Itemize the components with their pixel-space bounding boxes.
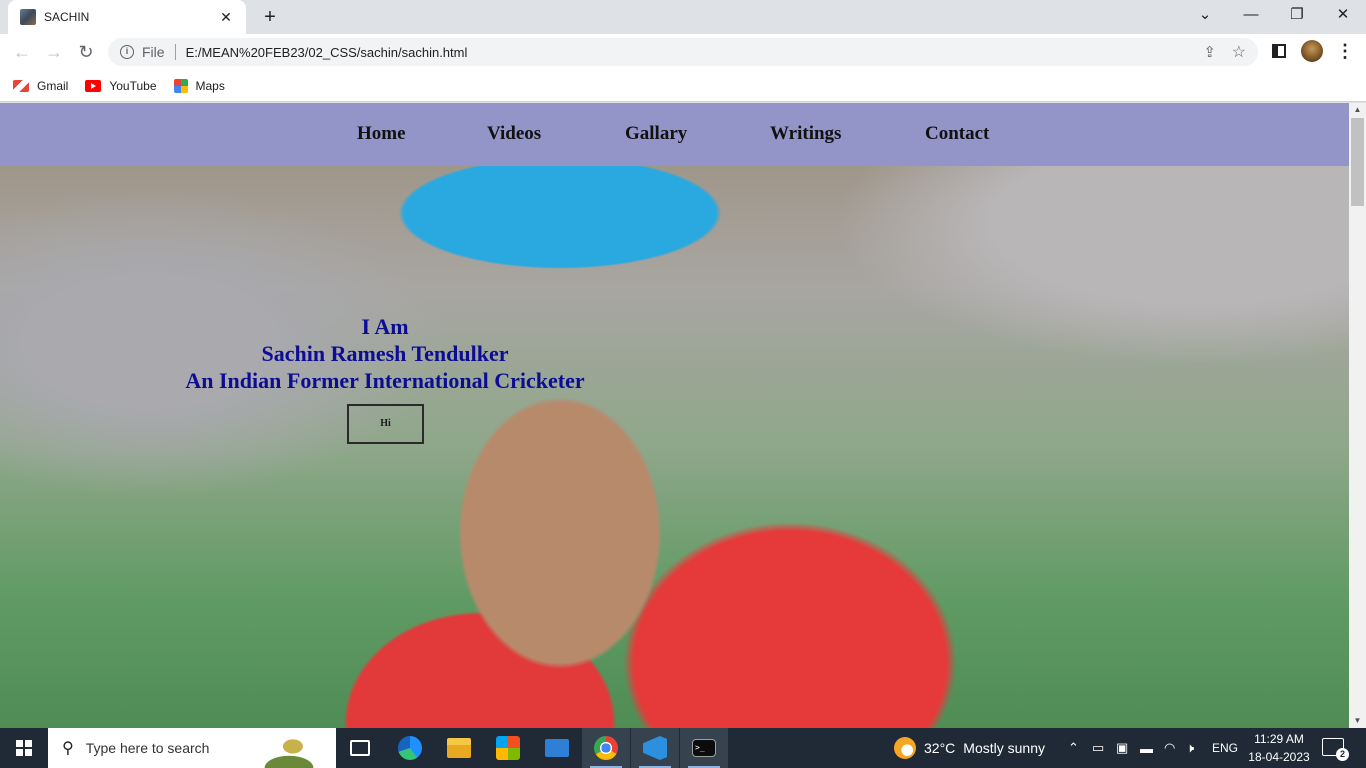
hero-line-2: Sachin Ramesh Tendulker xyxy=(261,341,509,366)
wifi-icon[interactable]: ◠ xyxy=(1164,728,1175,768)
restore-button[interactable]: ❐ xyxy=(1274,0,1320,32)
search-placeholder: Type here to search xyxy=(85,740,210,756)
browser-toolbar: ← → ↻ i File E:/MEAN%20FEB23/02_CSS/sach… xyxy=(0,34,1366,70)
terminal-button[interactable]: >_ xyxy=(680,728,728,768)
search-highlight-image xyxy=(250,732,328,768)
taskbar-search-box[interactable]: ⚲ Type here to search xyxy=(48,728,336,768)
browser-tab[interactable]: SACHIN ✕ xyxy=(8,0,246,34)
task-view-icon xyxy=(350,740,370,756)
meet-now-icon[interactable]: ▭ xyxy=(1092,728,1104,768)
battery-icon[interactable]: ▬ xyxy=(1140,728,1153,768)
vscode-icon xyxy=(643,736,667,760)
show-hidden-icons-icon[interactable]: ⌃ xyxy=(1068,728,1079,768)
display-icon[interactable]: ▣ xyxy=(1116,728,1128,768)
site-navbar: Home Videos Gallary Writings Contact xyxy=(0,103,1349,166)
volume-muted-icon[interactable]: 🕨 xyxy=(1186,728,1194,768)
new-tab-button[interactable]: + xyxy=(258,5,282,29)
close-window-button[interactable]: ✕ xyxy=(1320,0,1366,32)
task-view-button[interactable] xyxy=(336,728,384,768)
browser-menu-icon[interactable]: ⋮ xyxy=(1336,40,1354,62)
reload-icon[interactable]: ↻ xyxy=(72,38,100,66)
nav-home[interactable]: Home xyxy=(357,123,406,145)
clock-time: 11:29 AM xyxy=(1254,732,1304,746)
mail-icon xyxy=(545,739,569,757)
terminal-icon: >_ xyxy=(692,739,716,757)
chrome-button[interactable] xyxy=(582,728,630,768)
bookmark-label: Maps xyxy=(195,78,225,93)
store-button[interactable] xyxy=(484,728,532,768)
page-favicon-icon xyxy=(20,9,36,25)
notifications-icon[interactable]: 2 xyxy=(1322,738,1349,761)
weather-widget[interactable]: 32°C Mostly sunny xyxy=(894,728,1045,768)
side-panel-icon[interactable] xyxy=(1272,44,1286,58)
nav-writings[interactable]: Writings xyxy=(770,123,841,145)
hero-background-image xyxy=(0,103,1349,728)
tab-search-chevron-icon[interactable]: ⌄ xyxy=(1182,0,1228,32)
store-icon xyxy=(496,736,520,760)
windows-logo-icon xyxy=(16,740,32,756)
edge-icon xyxy=(398,736,422,760)
address-separator xyxy=(174,44,176,60)
site-info-icon[interactable]: i xyxy=(120,45,134,59)
hi-button[interactable]: Hi xyxy=(347,404,424,444)
chrome-icon xyxy=(594,736,618,760)
tab-close-icon[interactable]: ✕ xyxy=(216,9,236,26)
language-indicator[interactable]: ENG xyxy=(1212,728,1238,768)
hero-heading: I Am Sachin Ramesh Tendulker An Indian F… xyxy=(160,313,610,394)
scrollbar-thumb[interactable] xyxy=(1351,118,1364,206)
minimize-button[interactable]: — xyxy=(1228,0,1274,32)
search-icon: ⚲ xyxy=(62,740,74,757)
start-button[interactable] xyxy=(0,728,48,768)
weather-temp: 32°C xyxy=(924,740,956,756)
windows-taskbar: ⚲ Type here to search >_ 32°C Mostly sun… xyxy=(0,728,1366,768)
bookmark-maps[interactable]: Maps xyxy=(173,78,225,93)
vscode-button[interactable] xyxy=(631,728,679,768)
folder-icon xyxy=(447,738,471,758)
weather-condition: Mostly sunny xyxy=(963,740,1045,756)
mail-button[interactable] xyxy=(533,728,581,768)
tab-strip: SACHIN ✕ + ⌄ — ❐ ✕ xyxy=(0,0,1366,34)
bookmark-label: YouTube xyxy=(109,78,157,93)
hero-line-3: An Indian Former International Cricketer xyxy=(185,368,585,393)
nav-contact[interactable]: Contact xyxy=(925,123,989,145)
system-clock[interactable]: 11:29 AM 18-04-2023 xyxy=(1244,730,1314,766)
tab-title: SACHIN xyxy=(44,10,90,24)
hero-line-1: I Am xyxy=(361,314,409,339)
page-scrollbar[interactable]: ▲ ▼ xyxy=(1349,103,1366,728)
profile-avatar[interactable] xyxy=(1301,40,1323,62)
file-explorer-button[interactable] xyxy=(435,728,483,768)
gmail-icon xyxy=(13,79,29,92)
notification-count: 2 xyxy=(1336,748,1349,761)
nav-videos[interactable]: Videos xyxy=(487,123,541,145)
edge-button[interactable] xyxy=(386,728,434,768)
bookmark-gmail[interactable]: Gmail xyxy=(13,79,68,93)
scroll-down-icon[interactable]: ▼ xyxy=(1349,714,1366,728)
clock-date: 18-04-2023 xyxy=(1248,750,1310,764)
back-arrow-icon[interactable]: ← xyxy=(8,38,36,66)
forward-arrow-icon[interactable]: → xyxy=(40,38,68,66)
nav-gallary[interactable]: Gallary xyxy=(625,123,687,145)
maps-icon xyxy=(173,78,188,93)
address-bar[interactable]: i File E:/MEAN%20FEB23/02_CSS/sachin/sac… xyxy=(108,38,1258,66)
share-icon[interactable]: ⇪ xyxy=(1203,43,1216,61)
bookmark-youtube[interactable]: YouTube xyxy=(85,78,157,93)
bookmark-star-icon[interactable]: ☆ xyxy=(1232,42,1246,62)
bookmark-label: Gmail xyxy=(37,78,69,93)
address-scheme: File xyxy=(142,44,165,60)
page-viewport: Home Videos Gallary Writings Contact I A… xyxy=(0,103,1349,728)
bookmarks-bar: Gmail YouTube Maps xyxy=(0,70,1366,102)
youtube-icon xyxy=(85,79,102,92)
scroll-up-icon[interactable]: ▲ xyxy=(1349,103,1366,117)
partly-sunny-icon xyxy=(894,737,916,759)
address-url[interactable]: E:/MEAN%20FEB23/02_CSS/sachin/sachin.htm… xyxy=(186,45,468,60)
